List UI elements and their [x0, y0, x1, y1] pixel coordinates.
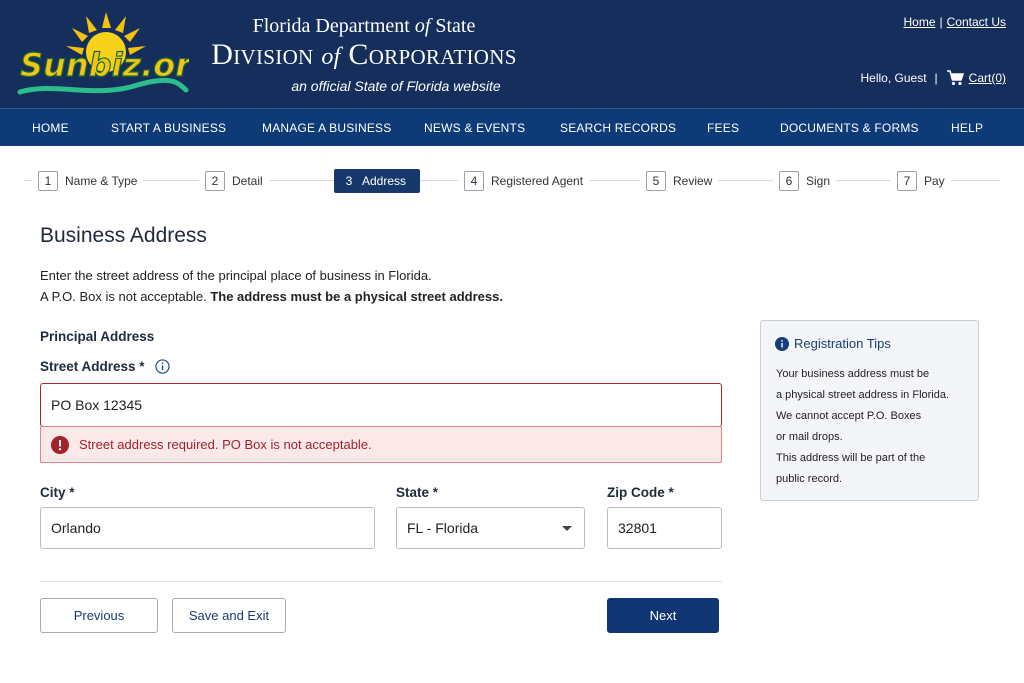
street-address-error: Street address required. PO Box is not a…: [40, 426, 722, 463]
sunbiz-logo[interactable]: Sunbiz.org: [14, 6, 189, 102]
step-number: 1: [38, 171, 58, 191]
site-header: Sunbiz.org Florida Department of State D…: [0, 0, 1024, 108]
step-sign[interactable]: 6 Sign: [773, 169, 837, 193]
page: Sunbiz.org Florida Department of State D…: [0, 0, 1024, 683]
city-value: Orlando: [51, 520, 101, 536]
cart-icon[interactable]: [946, 70, 964, 86]
intro-line-1: Enter the street address of the principa…: [40, 268, 432, 283]
step-label: Address: [362, 174, 407, 188]
section-title: Principal Address: [40, 329, 155, 344]
greeting-text: Hello, Guest: [860, 71, 927, 85]
step-label: Detail: [232, 174, 263, 188]
step-number: 6: [779, 171, 799, 191]
tips-title: Registration Tips: [794, 336, 891, 351]
cart-link[interactable]: Cart(0): [969, 71, 1006, 85]
home-link[interactable]: Home: [904, 15, 936, 29]
city-input[interactable]: Orlando: [40, 507, 375, 549]
nav-help[interactable]: HELP: [951, 121, 983, 135]
nav-home[interactable]: HOME: [32, 121, 69, 135]
city-label: City *: [40, 485, 75, 500]
nav-manage-a-business[interactable]: MANAGE A BUSINESS: [262, 121, 391, 135]
form-divider: [40, 581, 722, 582]
tip-line: a physical street address in Florida.: [776, 389, 950, 401]
tip-line: public record.: [776, 473, 843, 485]
state-select[interactable]: FL - Florida: [396, 507, 585, 549]
official-tagline: an official State of Florida website: [291, 78, 501, 94]
street-address-value: PO Box 12345: [51, 397, 143, 413]
page-title: Business Address: [40, 224, 207, 247]
street-address-input[interactable]: PO Box 12345: [40, 383, 722, 427]
step-review[interactable]: 5 Review: [640, 169, 719, 193]
intro-text: Enter the street address of the principa…: [40, 265, 503, 307]
step-detail[interactable]: 2 Detail: [199, 169, 269, 193]
main-nav: HOME START A BUSINESS MANAGE A BUSINESS …: [0, 108, 1024, 146]
division-name: Division of Corporations: [211, 38, 517, 71]
error-message: Street address required. PO Box is not a…: [79, 437, 372, 452]
state-value: FL - Florida: [407, 520, 479, 536]
nav-news-events[interactable]: NEWS & EVENTS: [424, 121, 525, 135]
tip-line: Your business address must be: [776, 368, 930, 380]
tips-header: Registration Tips: [775, 336, 891, 351]
user-area: Hello, Guest | Cart(0): [860, 70, 1006, 86]
link-separator: |: [939, 15, 943, 29]
info-icon: [775, 336, 789, 351]
zip-code-input[interactable]: 32801: [607, 507, 722, 549]
step-number: 7: [897, 171, 917, 191]
step-number: 2: [205, 171, 225, 191]
step-label: Name & Type: [65, 174, 138, 188]
zip-code-value: 32801: [618, 520, 657, 536]
step-number: 4: [464, 171, 484, 191]
previous-button[interactable]: Previous: [40, 598, 158, 633]
top-links: Home | Contact Us: [904, 15, 1007, 29]
intro-line-2: A P.O. Box is not acceptable. The addres…: [40, 289, 503, 304]
next-button[interactable]: Next: [607, 598, 719, 633]
progress-stepper: 1 Name & Type 2 Detail 3 Address 4 Regis…: [24, 168, 1000, 194]
step-label: Sign: [806, 174, 831, 188]
tips-body: Your business address must be a physical…: [776, 364, 971, 490]
nav-start-a-business[interactable]: START A BUSINESS: [111, 121, 226, 135]
department-name: Florida Department of State: [252, 15, 476, 37]
step-name-type[interactable]: 1 Name & Type: [32, 169, 144, 193]
tip-line: This address will be part of the: [776, 452, 926, 464]
nav-search-records[interactable]: SEARCH RECORDS: [560, 121, 676, 135]
tip-line: We cannot accept P.O. Boxes: [776, 410, 922, 422]
step-registered-agent[interactable]: 4 Registered Agent: [458, 169, 590, 193]
error-icon: [51, 435, 69, 454]
site-title: Florida Department of State Division of …: [204, 14, 524, 95]
tip-line: or mail drops.: [776, 431, 843, 443]
step-label: Review: [673, 174, 713, 188]
step-pay[interactable]: 7 Pay: [891, 169, 951, 193]
zip-code-label: Zip Code *: [607, 485, 674, 500]
state-label: State *: [396, 485, 439, 500]
guest-separator: |: [934, 71, 938, 85]
nav-documents-forms[interactable]: DOCUMENTS & FORMS: [780, 121, 919, 135]
info-icon[interactable]: [154, 359, 170, 374]
street-address-label: Street Address *: [40, 359, 170, 374]
contact-us-link[interactable]: Contact Us: [947, 15, 1006, 29]
registration-tips-panel: Registration Tips Your business address …: [760, 320, 979, 501]
step-number: 3: [345, 174, 353, 188]
step-address[interactable]: 3 Address: [334, 169, 420, 193]
step-label: Pay: [924, 174, 945, 188]
step-label: Registered Agent: [491, 174, 584, 188]
chevron-down-icon: [562, 526, 572, 531]
step-number: 5: [646, 171, 666, 191]
nav-fees[interactable]: FEES: [707, 121, 739, 135]
save-and-exit-button[interactable]: Save and Exit: [172, 598, 286, 633]
